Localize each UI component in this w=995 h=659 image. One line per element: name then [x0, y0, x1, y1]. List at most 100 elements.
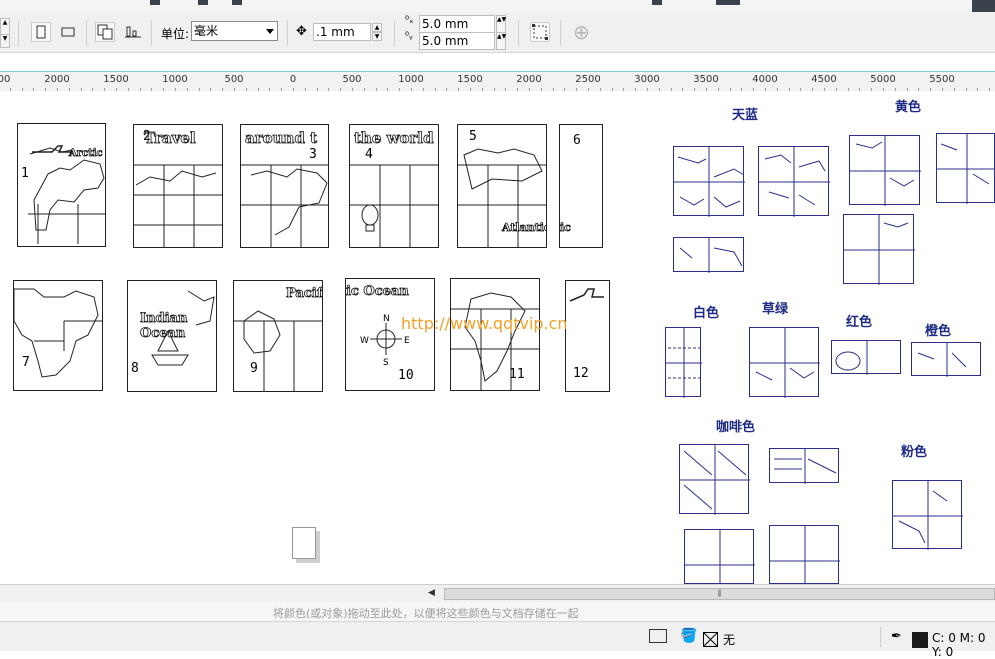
fill-bucket-icon[interactable]: 🪣 — [680, 628, 697, 644]
piece-group-red[interactable] — [831, 340, 901, 375]
dropdown-arrow-icon — [266, 29, 274, 34]
nudge-down-icon[interactable]: ▼ — [372, 32, 382, 41]
toolbar-icon[interactable] — [972, 0, 995, 12]
duplicate-distance-x-input[interactable]: 5.0 mm — [419, 15, 495, 33]
piece-group-coffee-1[interactable] — [679, 444, 750, 515]
card-title: Pacific — [286, 286, 322, 302]
ruler-label: 5000 — [870, 74, 896, 85]
ruler-label: 4000 — [752, 74, 778, 85]
landscape-icon — [61, 27, 75, 37]
ruler-label: 0 — [289, 74, 297, 85]
group-label-sky-blue: 天蓝 — [732, 108, 759, 123]
svg-text:W: W — [360, 336, 369, 346]
treat-as-filled-button[interactable] — [530, 22, 550, 42]
duplicate-x-icon: ⁰ₓ — [405, 15, 414, 26]
piece-group-coffee-3[interactable] — [684, 529, 755, 585]
piece-group-grass-green[interactable] — [749, 327, 820, 398]
portrait-icon — [36, 25, 46, 39]
card-number: 1 — [21, 166, 29, 181]
dup-x-spin-icon[interactable]: ▲▼ — [496, 15, 506, 33]
duplicate-distance-y-input[interactable]: 5.0 mm — [419, 32, 495, 50]
nudge-distance-input[interactable]: .1 mm — [313, 23, 371, 41]
document-palette[interactable]: 将颜色(或对象)拖动至此处，以便将这些颜色与文档存储在一起 — [0, 602, 995, 622]
pen-icon[interactable]: ✒ — [891, 629, 902, 644]
ruler-label: 500 — [224, 74, 244, 85]
card-number: 5 — [469, 129, 477, 144]
card-number: 7 — [22, 355, 30, 370]
nudge-icon: ✥ — [296, 24, 307, 39]
scroll-left-icon[interactable]: ◀ — [428, 588, 435, 598]
group-label-coffee: 咖啡色 — [716, 420, 756, 435]
current-page-button[interactable] — [123, 22, 143, 42]
ruler-label: 2000 — [44, 74, 70, 85]
no-fill-swatch-icon[interactable] — [703, 632, 718, 647]
group-label-pink: 粉色 — [901, 445, 928, 460]
piece-group-white[interactable] — [665, 327, 702, 398]
card-title: Arctic — [69, 148, 103, 160]
portrait-button[interactable] — [31, 22, 51, 42]
piece-group-yellow-3[interactable] — [843, 214, 915, 285]
piece-group-sky-blue-3[interactable] — [673, 237, 744, 273]
puzzle-card-1[interactable]: 1 Arctic — [17, 123, 106, 247]
piece-group-sky-blue-2[interactable] — [758, 146, 830, 217]
ruler-label: 4500 — [811, 74, 837, 85]
property-bar: ▲ ▼ 单位: 毫米 ✥ .1 mm ▲ ▼ ⁰ₓ 5.0 mm ▲▼ ⁰ᵧ 5… — [0, 12, 995, 53]
piece-group-orange[interactable] — [911, 342, 981, 377]
puzzle-card-4[interactable]: the world 4 — [349, 124, 439, 248]
scrollbar-thumb[interactable]: ⫼ — [444, 588, 995, 600]
group-label-grass-green: 草绿 — [762, 302, 789, 317]
palette-hint-text: 将颜色(或对象)拖动至此处，以便将这些颜色与文档存储在一起 — [273, 607, 579, 620]
piece-group-coffee-4[interactable] — [769, 525, 840, 585]
outline-color-swatch[interactable] — [912, 632, 928, 648]
all-pages-button[interactable] — [95, 22, 115, 42]
ruler-label: 3000 — [634, 74, 660, 85]
card-number: 11 — [509, 367, 525, 382]
ruler-label: 3500 — [693, 74, 719, 85]
color-readout: C: 0 M: 0 Y: 0 — [932, 631, 986, 659]
group-label-red: 红色 — [846, 315, 873, 330]
card-title: around t — [245, 129, 318, 148]
piece-group-yellow-1[interactable] — [849, 135, 921, 206]
ruler-label: 1500 — [103, 74, 129, 85]
add-icon[interactable]: ⊕ — [573, 20, 590, 44]
dup-y-spin-icon[interactable]: ▲▼ — [496, 32, 506, 50]
puzzle-card-3[interactable]: around t 3 — [240, 124, 329, 248]
toolbar-icon[interactable] — [232, 0, 242, 5]
horizontal-ruler[interactable]: 00 2000 1500 1000 500 0 500 1000 1500 2000 2500 300… — [0, 71, 995, 92]
ruler-label: 1500 — [457, 74, 483, 85]
puzzle-card-10[interactable]: N S W E ic Ocean 10 — [345, 278, 435, 391]
piece-group-yellow-2[interactable] — [936, 133, 995, 204]
toolbar-icon[interactable] — [198, 0, 208, 5]
toolbar-icon[interactable] — [652, 0, 662, 5]
puzzle-card-8[interactable]: Indian Ocean 8 — [127, 280, 217, 392]
ruler-label: 5500 — [929, 74, 955, 85]
status-bar: 🪣 无 ✒ C: 0 M: 0 Y: 0 — [0, 622, 995, 659]
piece-group-sky-blue-1[interactable] — [673, 146, 745, 217]
ruler-label: 2000 — [516, 74, 542, 85]
puzzle-card-9[interactable]: Pacific 9 — [233, 280, 323, 392]
drawing-canvas[interactable]: 1 Arctic Travel 2 around t 3 the world 4… — [0, 91, 995, 585]
screen-icon[interactable] — [649, 629, 667, 643]
piece-group-pink[interactable] — [892, 480, 963, 550]
landscape-button[interactable] — [58, 22, 78, 42]
card-number: 4 — [365, 147, 373, 162]
puzzle-card-2[interactable]: Travel 2 — [133, 124, 223, 248]
ruler-label: 1000 — [398, 74, 424, 85]
nudge-up-icon[interactable]: ▲ — [372, 23, 382, 32]
page-icon — [292, 527, 316, 559]
puzzle-card-5[interactable]: 5 Atlantic — [457, 124, 547, 248]
puzzle-card-6[interactable]: 6 ic — [559, 124, 603, 248]
group-label-yellow: 黄色 — [895, 100, 922, 115]
toolbar-icon[interactable] — [150, 0, 160, 5]
puzzle-card-7[interactable]: 7 — [13, 280, 103, 391]
piece-group-coffee-2[interactable] — [769, 448, 839, 484]
spin-down-icon[interactable]: ▼ — [0, 34, 10, 48]
puzzle-card-11[interactable]: 11 — [450, 278, 540, 391]
card-number: 3 — [309, 147, 317, 162]
card-title: Travel — [144, 129, 196, 148]
horizontal-scrollbar[interactable]: ◀ ⫼ — [0, 584, 995, 603]
puzzle-card-12[interactable]: 12 — [565, 280, 610, 392]
unit-select[interactable]: 毫米 — [191, 21, 278, 41]
svg-text:E: E — [404, 336, 410, 346]
toolbar-icon[interactable] — [716, 0, 740, 5]
